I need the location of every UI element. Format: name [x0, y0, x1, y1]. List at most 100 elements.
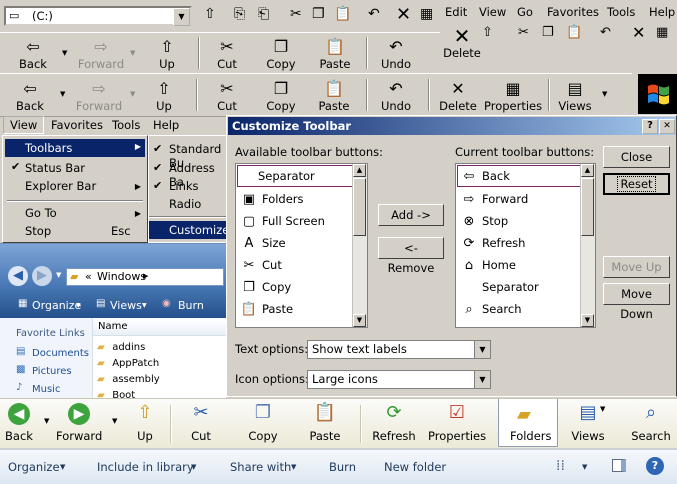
back-button[interactable]: ⇦ Back [8, 37, 58, 71]
paste-button[interactable]: 📋 Paste [311, 79, 357, 113]
cut-icon[interactable]: ✂ [290, 6, 302, 22]
menu-item-go-to[interactable]: Go To [25, 206, 57, 220]
undo-icon[interactable]: ↶ [600, 25, 611, 40]
list-item[interactable]: ⌕ Search [456, 298, 595, 320]
list-item[interactable]: ▰ AppPatch [97, 356, 223, 370]
refresh-button[interactable]: ⟳ Refresh [372, 403, 416, 444]
scroll-up-icon[interactable]: ▲ [581, 164, 594, 177]
chevron-down-icon[interactable]: ▼ [474, 341, 490, 358]
chevron-down-icon[interactable]: ▼ [60, 463, 65, 471]
forward-button[interactable]: ⇨ Forward [74, 79, 124, 113]
organize-button[interactable]: Organize [8, 460, 60, 474]
vista-organize-button[interactable]: Organize [32, 299, 81, 312]
chevron-down-icon[interactable]: ▼ [76, 302, 81, 309]
chevron-down-icon[interactable]: ▼ [474, 371, 490, 388]
list-item[interactable]: ⟳ Refresh [456, 232, 595, 254]
cut-button[interactable]: ✂ Cut [206, 37, 248, 71]
list-item[interactable]: ▰ addins [97, 340, 223, 354]
chevron-down-icon[interactable]: ▼ [44, 417, 49, 425]
help-icon[interactable]: ? [646, 457, 664, 475]
scrollbar[interactable]: ▲ ▼ [580, 164, 595, 327]
views-button[interactable]: ▤ Views [554, 79, 596, 113]
chevron-down-icon[interactable]: ▼ [582, 463, 587, 471]
chevron-down-icon[interactable]: ▼ [602, 90, 607, 98]
list-item[interactable]: ⌂ Home [456, 254, 595, 276]
available-buttons-list[interactable]: Separator ▣ Folders ▢ Full Screen A Size ✂ C… [235, 163, 368, 328]
view-options-icon[interactable]: ⁞⁞ [556, 458, 565, 474]
cut-button[interactable]: ✂ Cut [184, 403, 218, 444]
folders-button[interactable]: ▰ Folders [498, 399, 558, 447]
chevron-down-icon[interactable]: ▼ [173, 8, 190, 26]
chevron-down-icon[interactable]: ▼ [56, 271, 61, 279]
list-item[interactable]: 📋 Paste [236, 298, 367, 320]
chevron-down-icon[interactable]: ▼ [600, 405, 605, 413]
paste-button[interactable]: 📋 Paste [304, 403, 346, 444]
properties-button[interactable]: ▦ Properties [484, 79, 542, 113]
copy-icon[interactable]: ❐ [312, 6, 325, 22]
menu-favorites[interactable]: Favorites [51, 118, 103, 132]
text-options-select[interactable]: Show text labels ▼ [307, 340, 491, 359]
dialog-close-button[interactable]: ✕ [659, 119, 675, 134]
delete-button[interactable]: ✕ Delete [436, 79, 480, 113]
delete-icon[interactable]: ✕ [632, 23, 645, 42]
vista-views-button[interactable]: Views [110, 299, 142, 312]
menu-item-explorer-bar[interactable]: Explorer Bar [25, 179, 96, 193]
nav-link-music[interactable]: Music [32, 384, 60, 395]
scroll-up-icon[interactable]: ▲ [353, 164, 366, 177]
scroll-down-icon[interactable]: ▼ [581, 314, 594, 327]
scroll-down-icon[interactable]: ▼ [353, 314, 366, 327]
menu-go[interactable]: Go [517, 5, 533, 19]
submenu-radio[interactable]: Radio [169, 197, 201, 211]
menu-tools[interactable]: Tools [607, 5, 635, 19]
new-folder-button[interactable]: New folder [384, 460, 446, 474]
properties-button[interactable]: ☑ Properties [428, 403, 486, 444]
chevron-down-icon[interactable]: ▼ [191, 463, 196, 471]
share-with-button[interactable]: Share with [230, 460, 291, 474]
back-arrow-icon[interactable]: ◀ [8, 266, 28, 286]
back-button[interactable]: ⇦ Back [8, 79, 52, 113]
submenu-customize[interactable]: Customize... [149, 221, 240, 239]
vista-breadcrumb[interactable]: ▰ « Windows ▶ [66, 268, 224, 286]
paste-icon[interactable]: 📋 [334, 6, 351, 22]
menu-help[interactable]: Help [153, 118, 179, 132]
copy-to-icon[interactable]: ⎗ [258, 6, 269, 22]
list-item[interactable]: ▰ assembly [97, 372, 223, 386]
copy-button[interactable]: ❐ Copy [258, 37, 304, 71]
help-button[interactable]: ? [642, 119, 658, 134]
menu-item-toolbars[interactable]: Toolbars ▶ [5, 139, 145, 157]
forward-button[interactable]: ⇨ Forward [76, 37, 126, 71]
up-button[interactable]: ⇧ Up [142, 79, 186, 113]
chevron-down-icon[interactable]: ▼ [60, 90, 65, 98]
paste-button[interactable]: 📋 Paste [312, 37, 358, 71]
icon-options-select[interactable]: Large icons ▼ [307, 370, 491, 389]
back-button[interactable]: ◀ Back [4, 403, 34, 443]
search-button[interactable]: ⌕ Search [630, 403, 672, 444]
undo-button[interactable]: ↶ Undo [374, 79, 418, 113]
move-up-button[interactable]: Move Up [603, 256, 670, 278]
chevron-down-icon[interactable]: ▼ [130, 49, 135, 57]
nav-link-pictures[interactable]: Pictures [32, 366, 72, 377]
nav-link-documents[interactable]: Documents [32, 348, 89, 359]
list-item[interactable]: ⊗ Stop [456, 210, 595, 232]
menu-help[interactable]: Help [649, 5, 675, 19]
column-header-name[interactable]: Name [93, 318, 226, 336]
menu-item-status-bar[interactable]: Status Bar [25, 161, 85, 175]
paste-icon[interactable]: 📋 [566, 25, 582, 40]
chevron-down-icon[interactable]: ▼ [142, 302, 147, 309]
delete-button[interactable]: ✕ Delete [438, 26, 486, 60]
list-item[interactable]: ❐ Copy [236, 276, 367, 298]
breadcrumb-path[interactable]: Windows [97, 270, 146, 283]
properties-icon[interactable]: ▦ [420, 6, 433, 22]
include-in-library-button[interactable]: Include in library [97, 460, 194, 474]
list-item[interactable]: ▣ Folders [236, 188, 367, 210]
chevron-down-icon[interactable]: ▼ [291, 463, 296, 471]
list-item[interactable]: ✂ Cut [236, 254, 367, 276]
submenu-links[interactable]: Links [169, 179, 199, 193]
list-item[interactable]: ⇦ Back [457, 165, 594, 187]
up-button[interactable]: ⇧ Up [144, 37, 190, 71]
current-buttons-list[interactable]: ⇦ Back ⇨ Forward ⊗ Stop ⟳ Refresh ⌂ Home Sepa… [455, 163, 596, 328]
menu-view[interactable]: View [3, 116, 45, 134]
scroll-thumb[interactable] [581, 178, 594, 236]
menu-tools[interactable]: Tools [112, 118, 140, 132]
move-to-icon[interactable]: ⎘ [234, 6, 245, 22]
